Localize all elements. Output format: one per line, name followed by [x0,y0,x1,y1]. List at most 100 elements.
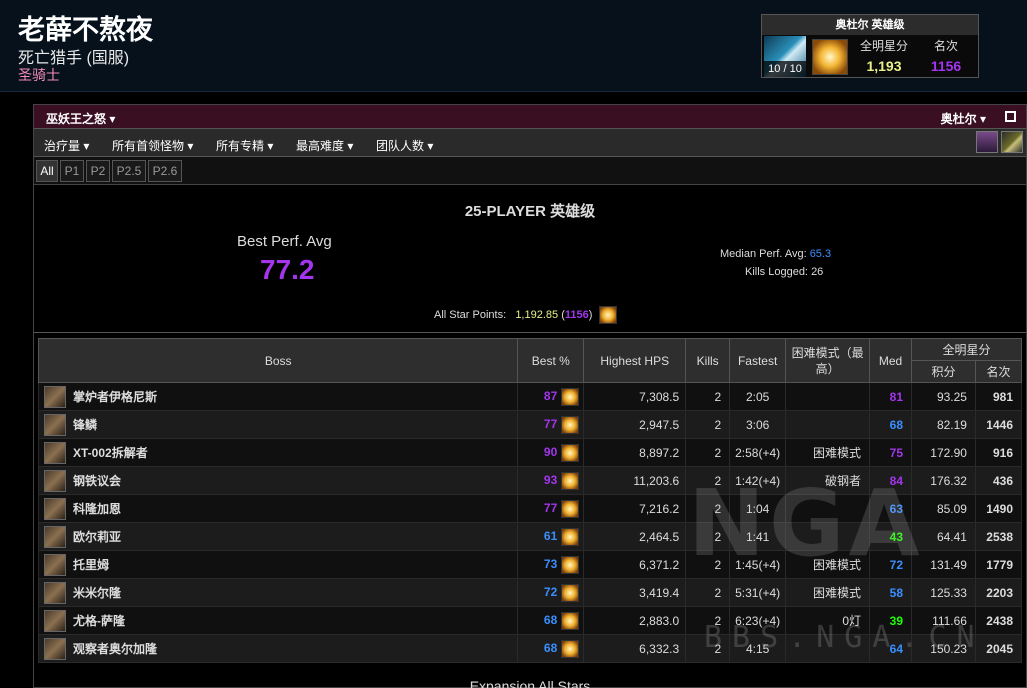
rank: 981 [974,382,1023,411]
candles-icon[interactable] [976,131,998,153]
fastest: 1:42(+4) [729,466,787,495]
star-icon [561,499,580,518]
boss-name[interactable]: 锋鳞 [37,410,519,439]
rank: 1779 [974,550,1023,579]
boss-icon [44,638,66,660]
star-icon [812,39,848,75]
filter-size[interactable]: 团队人数 ▾ [376,137,433,154]
col-hps[interactable]: Highest HPS [583,338,687,383]
rank: 1490 [974,494,1023,523]
points-label: 全明星分 [859,39,908,53]
table-row[interactable]: 掌炉者伊格尼斯 87 7,308.5 2 2:05 81 93.25 981 [37,382,1023,411]
col-points[interactable]: 积分 [911,360,976,383]
filter-boss[interactable]: 所有首领怪物 ▾ [112,137,193,154]
highest-hps: 2,883.0 [583,606,687,635]
summary-title: 25-PLAYER 英雄级 [464,203,596,220]
rank: 2203 [974,578,1023,607]
maximize-icon[interactable] [1005,111,1016,122]
table-row[interactable]: 欧尔莉亚 61 2,464.5 2 1:41 43 64.41 2538 [37,522,1023,551]
filter-metric[interactable]: 治疗量 ▾ [44,137,89,154]
rank: 2438 [974,606,1023,635]
boss-name[interactable]: 尤格-萨隆 [37,606,519,635]
col-rank[interactable]: 名次 [974,360,1023,383]
points: 125.33 [911,578,976,607]
raid-dropdown[interactable]: 奥杜尔 ▾ [941,110,986,127]
hard-mode: 困难模式 [785,550,871,579]
kills: 2 [685,410,731,439]
star-icon [561,471,580,490]
col-best[interactable]: Best % [517,338,585,383]
boss-icon [44,554,66,576]
boss-name[interactable]: 钢铁议会 [37,466,519,495]
key-icon[interactable] [1001,131,1023,153]
star-box-title: 奥杜尔 英雄级 [762,15,978,35]
boss-icon [44,498,66,520]
highest-hps: 8,897.2 [583,438,687,467]
kills: 2 [685,382,731,411]
hard-mode: 0灯 [785,606,871,635]
kills-value: 26 [811,266,824,278]
kills: 2 [685,522,731,551]
col-med[interactable]: Med [869,338,913,383]
col-boss[interactable]: Boss [37,338,519,383]
boss-name[interactable]: XT-002拆解者 [37,438,519,467]
col-kills[interactable]: Kills [685,338,731,383]
highest-hps: 2,947.5 [583,410,687,439]
best-percent: 77 [517,494,585,523]
star-icon [561,443,580,462]
table-row[interactable]: XT-002拆解者 90 8,897.2 2 2:58(+4) 困难模式 75 172.90 9… [37,438,1023,467]
median-perf: Median Perf. Avg: 65.3 [720,248,832,260]
median: 43 [869,522,913,551]
boss-name[interactable]: 观察者奥尔加隆 [37,634,519,663]
tab-p2-5[interactable]: P2.5 [112,160,146,182]
tab-p1[interactable]: P1 [60,160,84,182]
summary-section: 25-PLAYER 英雄级 Best Perf. Avg 77.2 Median… [34,185,1026,333]
best-percent: 61 [517,522,585,551]
tab-all[interactable]: All [36,160,58,182]
points: 111.66 [911,606,976,635]
zone-dropdown[interactable]: 巫妖王之怒 ▾ [46,110,115,127]
table-row[interactable]: 观察者奥尔加隆 68 6,332.3 2 4:15 64 150.23 2045 [37,634,1023,663]
col-hardmode[interactable]: 困难模式（最高） [785,338,871,383]
boss-icon [44,610,66,632]
kills: 2 [685,578,731,607]
best-percent: 68 [517,606,585,635]
kills: 2 [685,494,731,523]
col-fastest[interactable]: Fastest [729,338,787,383]
boss-name[interactable]: 科隆加恩 [37,494,519,523]
tab-p2-6[interactable]: P2.6 [148,160,182,182]
boss-name[interactable]: 托里姆 [37,550,519,579]
highest-hps: 6,332.3 [583,634,687,663]
star-icon [599,306,618,324]
boss-name[interactable]: 欧尔莉亚 [37,522,519,551]
points: 172.90 [911,438,976,467]
rank-label: 名次 [933,39,958,53]
median: 58 [869,578,913,607]
character-class[interactable]: 圣骑士 [18,65,60,85]
kills: 2 [685,606,731,635]
rank-column: 名次 1156 [922,37,970,74]
table-row[interactable]: 锋鳞 77 2,947.5 2 3:06 68 82.19 1446 [37,410,1023,439]
star-icon [561,527,580,546]
boss-name[interactable]: 掌炉者伊格尼斯 [37,382,519,411]
table-row[interactable]: 米米尔隆 72 3,419.4 2 5:31(+4) 困难模式 58 125.33 2203 [37,578,1023,607]
table-row[interactable]: 尤格-萨隆 68 2,883.0 2 6:23(+4) 0灯 39 111.66 2438 [37,606,1023,635]
star-icon [561,639,580,658]
boss-name[interactable]: 米米尔隆 [37,578,519,607]
filter-spec[interactable]: 所有专精 ▾ [216,137,273,154]
highest-hps: 7,216.2 [583,494,687,523]
hard-mode: 破钢者 [785,466,871,495]
filter-difficulty[interactable]: 最高难度 ▾ [296,137,353,154]
rank-value: 1156 [930,58,962,74]
points: 85.09 [911,494,976,523]
boss-icon [44,470,66,492]
zone-bar: 巫妖王之怒 ▾ 奥杜尔 ▾ [34,105,1026,129]
tab-p2[interactable]: P2 [86,160,110,182]
hard-mode [785,522,871,551]
table-row[interactable]: 钢铁议会 93 11,203.6 2 1:42(+4) 破钢者 84 176.32 436 [37,466,1023,495]
hard-mode [785,494,871,523]
table-row[interactable]: 托里姆 73 6,371.2 2 1:45(+4) 困难模式 72 131.49 1779 [37,550,1023,579]
boss-icon [44,386,66,408]
star-points-box: 奥杜尔 英雄级 10 / 10 全明星分 1,193 名次 1156 [761,14,979,78]
table-row[interactable]: 科隆加恩 77 7,216.2 2 1:04 63 85.09 1490 [37,494,1023,523]
